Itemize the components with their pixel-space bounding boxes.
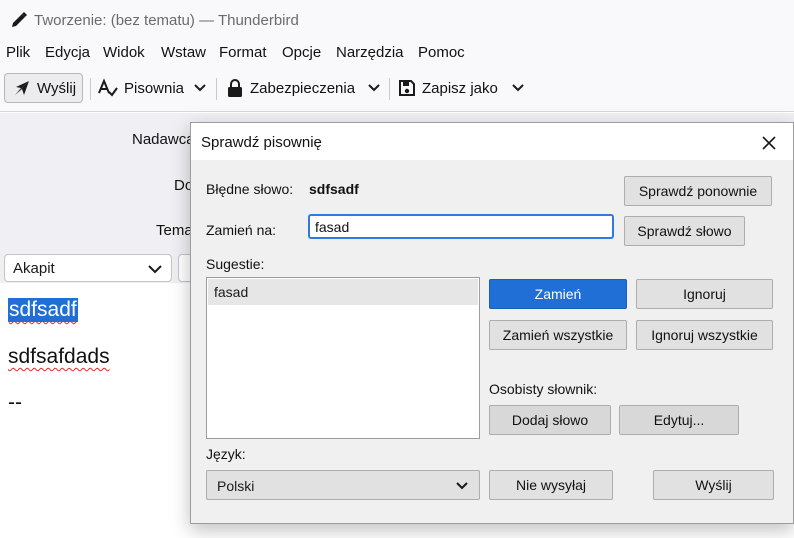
recheck-button[interactable]: Sprawdź ponownie [624, 176, 772, 206]
menu-widok[interactable]: Widok [103, 44, 145, 61]
signature-separator: -- [8, 391, 22, 414]
replace-with-input[interactable] [308, 214, 614, 239]
dont-send-button[interactable]: Nie wysyłaj [489, 470, 613, 500]
menu-opcje[interactable]: Opcje [282, 44, 321, 61]
send-button-label: Wyślij [37, 79, 77, 97]
menu-pomoc[interactable]: Pomoc [418, 44, 465, 61]
security-button[interactable]: Zabezpieczenia [226, 73, 355, 103]
menu-plik[interactable]: Plik [6, 44, 30, 61]
ignore-all-button[interactable]: Ignoruj wszystkie [636, 320, 773, 350]
save-as-button-label: Zapisz jako [422, 79, 498, 97]
misspelled-word: sdfsadf [309, 181, 359, 197]
save-as-button[interactable]: Zapisz jako [398, 73, 498, 103]
edit-dictionary-button[interactable]: Edytuj... [619, 405, 739, 435]
suggestion-text: fasad [214, 284, 249, 300]
send-icon [15, 81, 29, 95]
menubar: Plik Edycja Widok Wstaw Format Opcje Nar… [0, 40, 794, 66]
send-dialog-button[interactable]: Wyślij [653, 470, 774, 500]
list-item[interactable]: fasad [208, 279, 478, 305]
replace-with-label: Zamień na: [206, 222, 277, 238]
replace-all-button[interactable]: Zamień wszystkie [489, 320, 627, 350]
spellcheck-dialog: Sprawdź pisownię Błędne słowo: sdfsadf S… [190, 122, 794, 524]
suggestions-list[interactable]: fasad [206, 277, 480, 439]
dialog-titlebar: Sprawdź pisownię [191, 123, 793, 160]
language-value: Polski [217, 478, 255, 494]
lock-icon [228, 79, 242, 97]
spelling-button[interactable]: Pisownia [98, 73, 184, 103]
body-line-misspelled[interactable]: sdfsafdads [8, 345, 110, 369]
menu-edycja[interactable]: Edycja [45, 44, 90, 61]
misspelled-word-label: Błędne słowo: [206, 181, 294, 197]
toolbar-separator [90, 78, 91, 100]
chevron-down-icon [456, 482, 468, 490]
personal-dictionary-label: Osobisty słownik: [489, 381, 598, 397]
paragraph-format-value: Akapit [13, 260, 55, 277]
add-word-button[interactable]: Dodaj słowo [489, 405, 611, 435]
menu-narzedzia[interactable]: Narzędzia [336, 44, 404, 61]
spellcheck-icon [98, 78, 118, 97]
close-icon[interactable] [757, 131, 781, 155]
dialog-title: Sprawdź pisownię [201, 134, 322, 151]
window-title: Tworzenie: (bez tematu) — Thunderbird [34, 12, 299, 29]
save-icon [399, 80, 415, 96]
body-line-misspelled-selected[interactable]: sdfsadf [8, 298, 78, 322]
check-word-button[interactable]: Sprawdź słowo [624, 216, 745, 246]
replace-button[interactable]: Zamień [489, 279, 627, 309]
menu-wstaw[interactable]: Wstaw [161, 44, 206, 61]
chevron-down-icon [148, 265, 162, 274]
pen-icon [12, 12, 27, 27]
ignore-button[interactable]: Ignoruj [636, 279, 773, 309]
spelling-chevron-down-icon[interactable] [191, 79, 209, 97]
language-select[interactable]: Polski [206, 470, 480, 500]
send-button[interactable]: Wyślij [4, 73, 83, 103]
toolbar-separator [216, 78, 217, 100]
save-as-chevron-down-icon[interactable] [509, 79, 527, 97]
paragraph-format-select[interactable]: Akapit [4, 254, 172, 282]
toolbar-separator [389, 78, 390, 100]
window-titlebar: Tworzenie: (bez tematu) — Thunderbird [0, 0, 794, 40]
language-label: Język: [206, 446, 246, 462]
security-chevron-down-icon[interactable] [365, 79, 383, 97]
from-label: Nadawca [132, 131, 195, 148]
spelling-button-label: Pisownia [124, 79, 185, 97]
security-button-label: Zabezpieczenia [250, 79, 356, 97]
compose-toolbar: Wyślij Pisownia Zabezpieczenia Zapisz ja… [0, 66, 794, 112]
menu-format[interactable]: Format [219, 44, 267, 61]
suggestions-label: Sugestie: [206, 256, 265, 272]
